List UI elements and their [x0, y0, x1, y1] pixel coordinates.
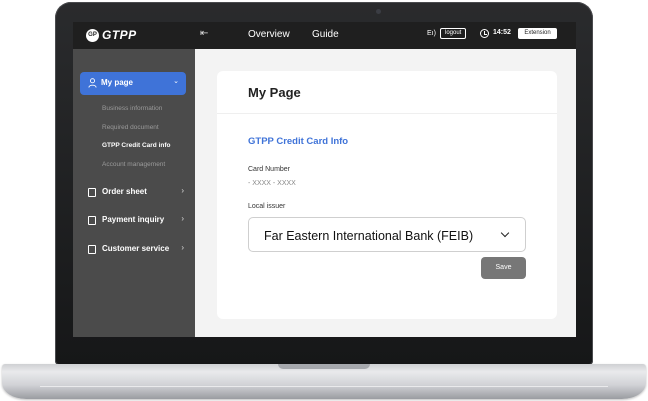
laptop-base-groove: [278, 364, 370, 369]
issuer-select[interactable]: Far Eastern International Bank (FEIB): [248, 217, 526, 252]
chevron-right-icon: ›: [181, 186, 184, 195]
menu-collapse-icon[interactable]: ⇤: [200, 28, 208, 39]
sidebar-item-label: Customer service: [102, 244, 170, 253]
page-title: My Page: [248, 85, 301, 100]
sidebar-subitem-account-management[interactable]: Account management: [102, 161, 165, 168]
logo-text: GTPP: [102, 28, 137, 42]
content-card: My Page GTPP Credit Card Info Card Numbe…: [217, 71, 557, 319]
laptop-base: [2, 364, 646, 399]
logo[interactable]: GP GTPP: [86, 28, 137, 42]
top-bar: GP GTPP ⇤ Overview Guide Eı) logout 14:5…: [73, 22, 576, 49]
sidebar-item-my-page[interactable]: My page ⌄: [80, 72, 186, 95]
sidebar-item-order-sheet[interactable]: Order sheet ›: [88, 186, 184, 198]
nav-overview[interactable]: Overview: [248, 29, 290, 40]
chevron-right-icon: ›: [181, 243, 184, 252]
grid-icon: [88, 245, 96, 254]
nav-guide[interactable]: Guide: [312, 29, 339, 40]
card-number-label: Card Number: [248, 166, 291, 173]
laptop-base-highlight: [40, 386, 608, 387]
clipboard-icon: [88, 216, 96, 225]
sidebar-item-payment-inquiry[interactable]: Payment inquiry ›: [88, 214, 184, 226]
chevron-down-icon: ⌄: [173, 78, 179, 85]
sidebar-item-label: Order sheet: [102, 187, 147, 196]
user-icon: [88, 78, 97, 88]
sidebar-item-label: My page: [101, 78, 134, 87]
section-title: GTPP Credit Card Info: [248, 136, 349, 147]
logout-button[interactable]: logout: [440, 28, 467, 39]
card-number-value: - XXXX - XXXX: [248, 180, 296, 187]
screen: GP GTPP ⇤ Overview Guide Eı) logout 14:5…: [73, 22, 576, 337]
language-toggle[interactable]: Eı): [427, 30, 436, 37]
sidebar-subitem-credit-card-info[interactable]: GTPP Credit Card info: [102, 142, 171, 149]
sidebar-item-label: Payment inquiry: [102, 215, 165, 224]
camera: [376, 9, 381, 14]
issuer-label: Local issuer: [248, 203, 286, 210]
chevron-right-icon: ›: [181, 214, 184, 223]
sidebar-item-customer-service[interactable]: Customer service ›: [88, 243, 184, 255]
extension-button[interactable]: Extension: [518, 28, 557, 39]
sidebar: My page ⌄ Business information Required …: [73, 49, 195, 337]
save-button[interactable]: Save: [481, 257, 526, 279]
divider: [217, 113, 557, 114]
logo-mark-icon: GP: [86, 28, 99, 42]
issuer-select-value: Far Eastern International Bank (FEIB): [264, 229, 474, 243]
clock-icon: [480, 29, 489, 38]
sidebar-subitem-business-information[interactable]: Business information: [102, 105, 162, 112]
document-icon: [88, 188, 96, 197]
sidebar-subitem-required-document[interactable]: Required document: [102, 124, 159, 131]
session-timer: 14:52: [493, 29, 511, 36]
chevron-down-icon: [500, 228, 510, 238]
